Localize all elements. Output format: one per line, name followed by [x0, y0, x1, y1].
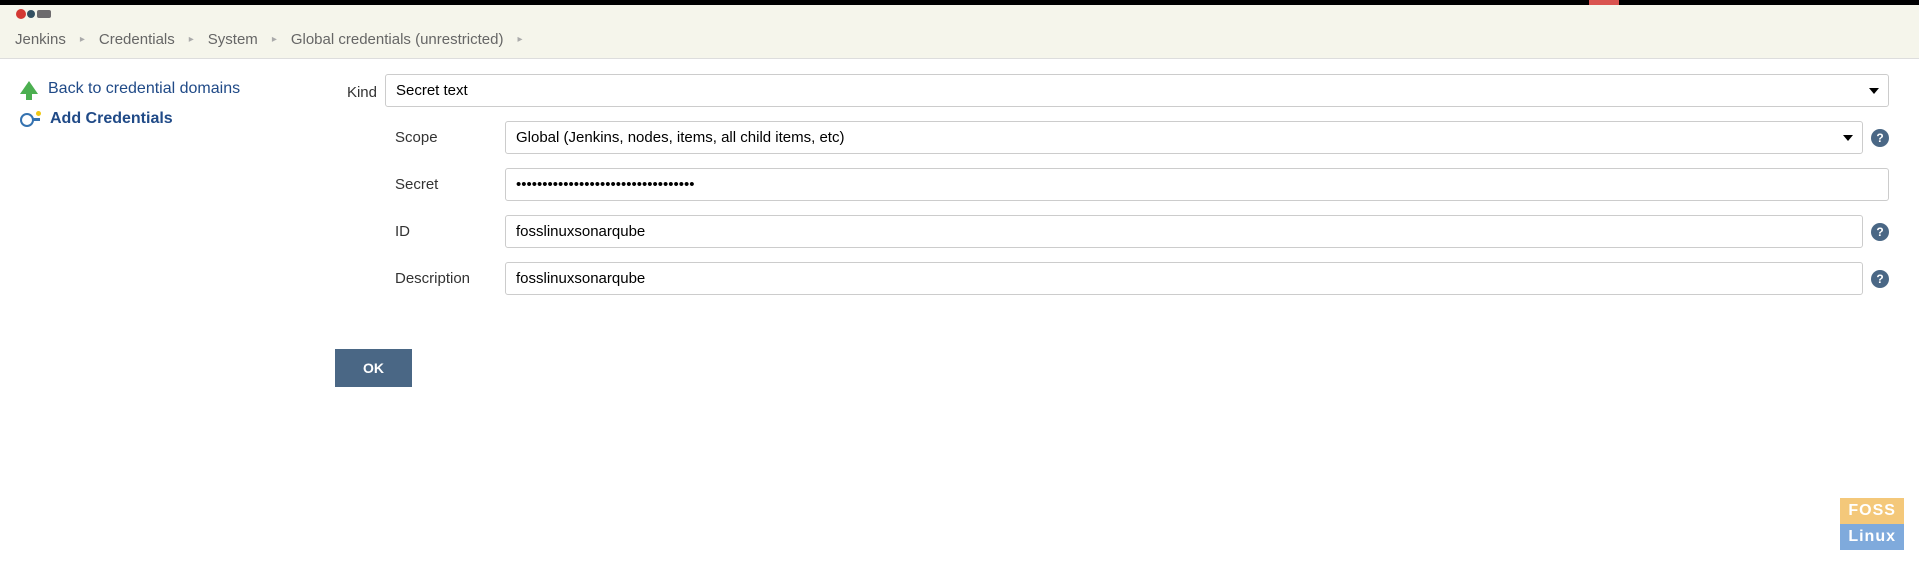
sidebar-add-link[interactable]: Add Credentials	[50, 110, 173, 128]
watermark-foss: FOSS	[1840, 498, 1904, 524]
kind-select[interactable]: Secret text	[385, 74, 1889, 107]
up-arrow-icon	[20, 81, 38, 94]
scope-label: Scope	[335, 129, 505, 146]
breadcrumb-credentials[interactable]: Credentials	[99, 31, 175, 48]
top-bar	[0, 0, 1919, 5]
description-label: Description	[335, 270, 505, 287]
help-icon[interactable]: ?	[1871, 129, 1889, 147]
breadcrumb-system[interactable]: System	[208, 31, 258, 48]
sidebar-item-back[interactable]: Back to credential domains	[20, 74, 335, 104]
watermark: FOSS Linux	[1840, 498, 1904, 550]
kind-label: Kind	[335, 80, 385, 101]
breadcrumb: Jenkins ▸ Credentials ▸ System ▸ Global …	[0, 23, 1919, 59]
scope-select[interactable]: Global (Jenkins, nodes, items, all child…	[505, 121, 1863, 154]
form-row-id: ID ?	[335, 215, 1889, 248]
description-input[interactable]	[505, 262, 1863, 295]
help-icon[interactable]: ?	[1871, 223, 1889, 241]
top-indicator	[1589, 0, 1619, 5]
logo-area	[0, 5, 1919, 23]
breadcrumb-jenkins[interactable]: Jenkins	[15, 31, 66, 48]
sidebar: Back to credential domains Add Credentia…	[15, 74, 335, 387]
breadcrumb-global[interactable]: Global credentials (unrestricted)	[291, 31, 504, 48]
chevron-right-icon: ▸	[72, 34, 93, 45]
chevron-right-icon: ▸	[181, 34, 202, 45]
main-content: Back to credential domains Add Credentia…	[0, 59, 1919, 402]
secret-label: Secret	[335, 176, 505, 193]
form-content: Kind Secret text Scope Global (Jenkins, …	[335, 74, 1904, 387]
id-input[interactable]	[505, 215, 1863, 248]
secret-input[interactable]	[505, 168, 1889, 201]
form-row-description: Description ?	[335, 262, 1889, 295]
sidebar-back-link[interactable]: Back to credential domains	[48, 80, 240, 98]
ok-button[interactable]: OK	[335, 349, 412, 387]
form-row-kind: Kind Secret text	[335, 74, 1889, 107]
chevron-right-icon: ▸	[264, 34, 285, 45]
watermark-linux: Linux	[1840, 524, 1904, 550]
sidebar-item-add[interactable]: Add Credentials	[20, 104, 335, 134]
help-icon[interactable]: ?	[1871, 270, 1889, 288]
jenkins-logo-icon	[15, 8, 55, 20]
key-icon	[20, 111, 40, 127]
form-row-secret: Secret	[335, 168, 1889, 201]
id-label: ID	[335, 223, 505, 240]
chevron-right-icon: ▸	[509, 34, 530, 45]
form-row-scope: Scope Global (Jenkins, nodes, items, all…	[335, 121, 1889, 154]
